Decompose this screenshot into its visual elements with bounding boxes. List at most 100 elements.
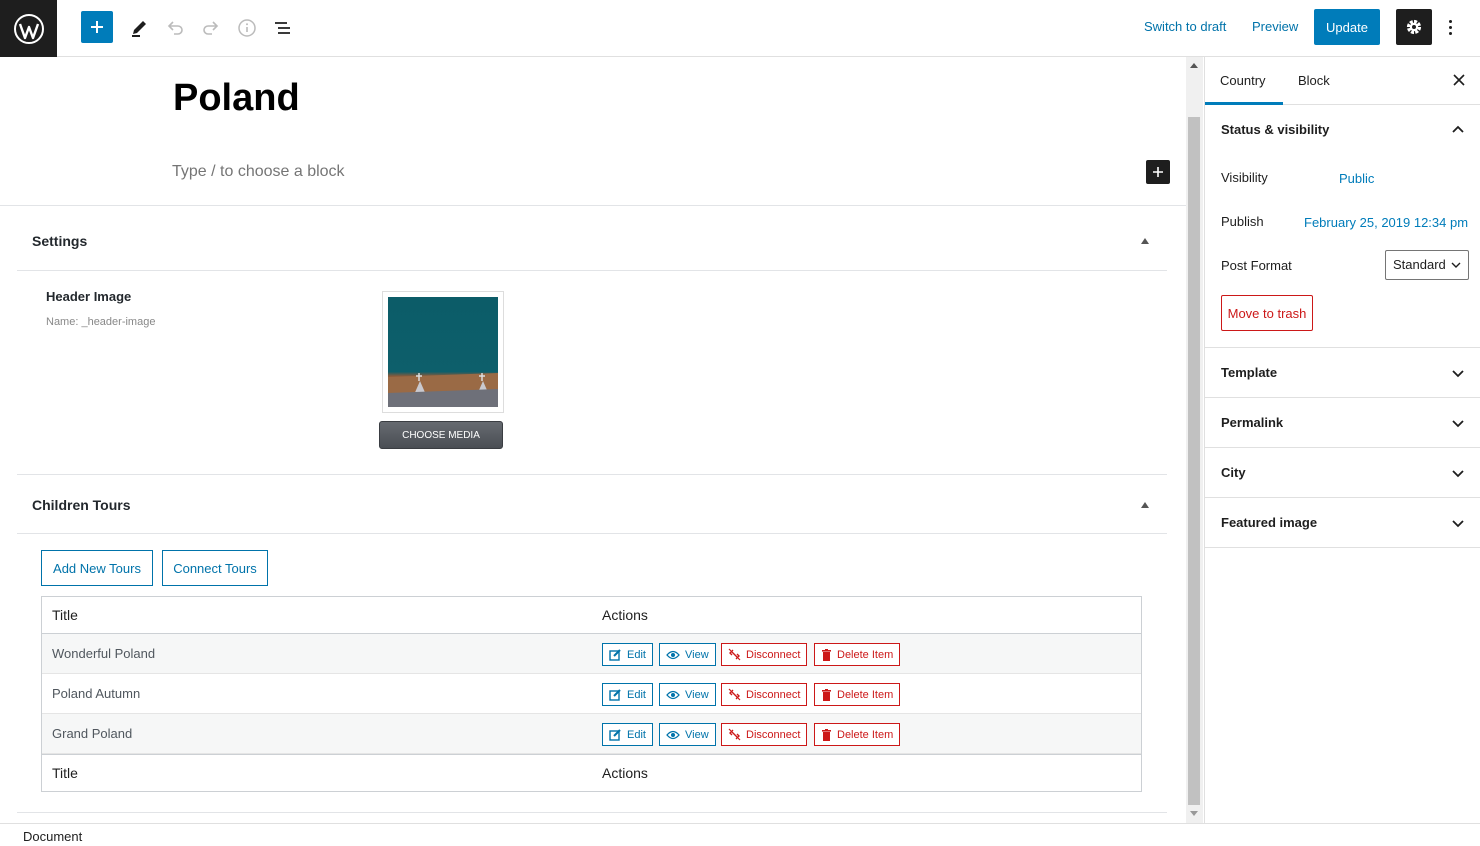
broken-link-icon xyxy=(728,648,741,661)
table-row: Wonderful Poland Edit View Disconnect De… xyxy=(42,634,1141,674)
featured-image-panel-header[interactable]: Featured image xyxy=(1205,498,1480,548)
disconnect-button[interactable]: Disconnect xyxy=(721,683,808,706)
tour-title: Poland Autumn xyxy=(52,686,141,701)
permalink-panel-title: Permalink xyxy=(1221,415,1284,430)
permalink-panel-header[interactable]: Permalink xyxy=(1205,398,1480,448)
eye-icon xyxy=(666,650,680,659)
visibility-label: Visibility xyxy=(1221,170,1268,185)
view-button[interactable]: View xyxy=(659,683,716,706)
status-visibility-title: Status & visibility xyxy=(1221,122,1330,137)
template-panel-header[interactable]: Template xyxy=(1205,348,1480,398)
chevron-down-icon xyxy=(1452,420,1464,428)
edit-button[interactable]: Edit xyxy=(602,723,653,746)
sidebar-tabs: Country Block xyxy=(1205,57,1480,105)
editor-header: Switch to draft Preview Update xyxy=(0,0,1480,57)
add-block-button[interactable] xyxy=(81,11,113,43)
header-image-field-name: Name: _header-image xyxy=(46,316,156,328)
disconnect-button[interactable]: Disconnect xyxy=(721,643,808,666)
tour-title: Wonderful Poland xyxy=(52,646,156,661)
divider xyxy=(17,812,1167,813)
table-row: Grand Poland Edit View Disconnect Delete… xyxy=(42,714,1141,754)
scroll-up-arrow-icon[interactable] xyxy=(1190,63,1198,68)
delete-label: Delete Item xyxy=(837,688,894,701)
update-button[interactable]: Update xyxy=(1314,9,1380,45)
delete-item-button[interactable]: Delete Item xyxy=(814,723,901,746)
trash-icon xyxy=(822,648,831,661)
disconnect-button[interactable]: Disconnect xyxy=(721,723,808,746)
connect-tours-button[interactable]: Connect Tours xyxy=(162,550,268,586)
chevron-up-icon xyxy=(1452,125,1464,133)
chevron-down-icon xyxy=(1452,370,1464,378)
delete-label: Delete Item xyxy=(837,728,894,741)
edit-icon xyxy=(609,689,621,701)
edit-label: Edit xyxy=(627,688,646,701)
header-image-label: Header Image xyxy=(46,289,132,304)
block-placeholder[interactable]: Type / to choose a block xyxy=(172,163,345,181)
edit-button[interactable]: Edit xyxy=(602,683,653,706)
close-icon[interactable] xyxy=(1451,72,1467,88)
publish-label: Publish xyxy=(1221,214,1264,229)
editor-scrollbar[interactable] xyxy=(1186,57,1203,823)
settings-sidebar: Country Block Status & visibility Visibi… xyxy=(1204,57,1480,823)
redo-icon[interactable] xyxy=(193,10,229,46)
breadcrumb-document[interactable]: Document xyxy=(23,829,82,844)
settings-gear-icon[interactable] xyxy=(1396,9,1432,45)
trash-icon xyxy=(822,688,831,701)
edit-label: Edit xyxy=(627,648,646,661)
children-tours-metabox-header[interactable]: Children Tours xyxy=(17,474,1167,534)
preview-button[interactable]: Preview xyxy=(1252,19,1298,34)
view-button[interactable]: View xyxy=(659,643,716,666)
post-format-select[interactable]: Standard xyxy=(1385,250,1469,280)
disconnect-label: Disconnect xyxy=(746,688,801,701)
scrollbar-thumb[interactable] xyxy=(1188,117,1200,805)
edit-button[interactable]: Edit xyxy=(602,643,653,666)
undo-icon[interactable] xyxy=(157,10,193,46)
post-format-value: Standard xyxy=(1393,257,1446,272)
add-new-tours-button[interactable]: Add New Tours xyxy=(41,550,153,586)
disconnect-label: Disconnect xyxy=(746,648,801,661)
eye-icon xyxy=(666,690,680,699)
settings-metabox-header[interactable]: Settings xyxy=(17,211,1167,271)
list-view-icon[interactable] xyxy=(265,10,301,46)
table-row: Poland Autumn Edit View Disconnect Delet… xyxy=(42,674,1141,714)
chevron-down-icon xyxy=(1452,520,1464,528)
post-title[interactable]: Poland xyxy=(173,77,300,120)
scroll-down-arrow-icon[interactable] xyxy=(1190,811,1198,816)
move-to-trash-button[interactable]: Move to trash xyxy=(1221,295,1313,331)
header-image-thumbnail[interactable] xyxy=(382,291,504,413)
switch-to-draft-button[interactable]: Switch to draft xyxy=(1144,19,1226,34)
collapse-caret-icon[interactable] xyxy=(1141,238,1149,244)
tab-block[interactable]: Block xyxy=(1298,57,1330,105)
column-footer-title: Title xyxy=(52,765,78,781)
city-panel-header[interactable]: City xyxy=(1205,448,1480,498)
more-options-icon[interactable] xyxy=(1440,12,1460,42)
disconnect-label: Disconnect xyxy=(746,728,801,741)
tour-title: Grand Poland xyxy=(52,726,133,741)
view-button[interactable]: View xyxy=(659,723,716,746)
status-visibility-panel-header[interactable]: Status & visibility xyxy=(1205,105,1480,155)
pencil-icon[interactable] xyxy=(121,10,157,46)
choose-media-button[interactable]: CHOOSE MEDIA xyxy=(379,421,503,449)
divider xyxy=(0,205,1186,206)
edit-icon xyxy=(609,729,621,741)
delete-item-button[interactable]: Delete Item xyxy=(814,643,901,666)
table-header-row: Title Actions xyxy=(42,597,1141,634)
inline-inserter-button[interactable] xyxy=(1146,160,1170,184)
city-panel-title: City xyxy=(1221,465,1246,480)
collapse-caret-icon[interactable] xyxy=(1141,502,1149,508)
delete-label: Delete Item xyxy=(837,648,894,661)
view-label: View xyxy=(685,648,709,661)
publish-date-toggle[interactable]: February 25, 2019 12:34 pm xyxy=(1304,215,1468,230)
delete-item-button[interactable]: Delete Item xyxy=(814,683,901,706)
tab-country[interactable]: Country xyxy=(1205,57,1283,105)
trash-icon xyxy=(822,728,831,741)
table-footer-row: Title Actions xyxy=(42,754,1141,791)
wordpress-logo-icon[interactable] xyxy=(0,0,57,57)
visibility-toggle[interactable]: Public xyxy=(1339,171,1374,186)
settings-metabox-title: Settings xyxy=(32,233,88,249)
view-label: View xyxy=(685,728,709,741)
column-header-actions: Actions xyxy=(602,607,648,623)
column-header-title: Title xyxy=(52,607,78,623)
info-icon[interactable] xyxy=(229,10,265,46)
editor-canvas: Poland Type / to choose a block Settings… xyxy=(0,57,1186,823)
